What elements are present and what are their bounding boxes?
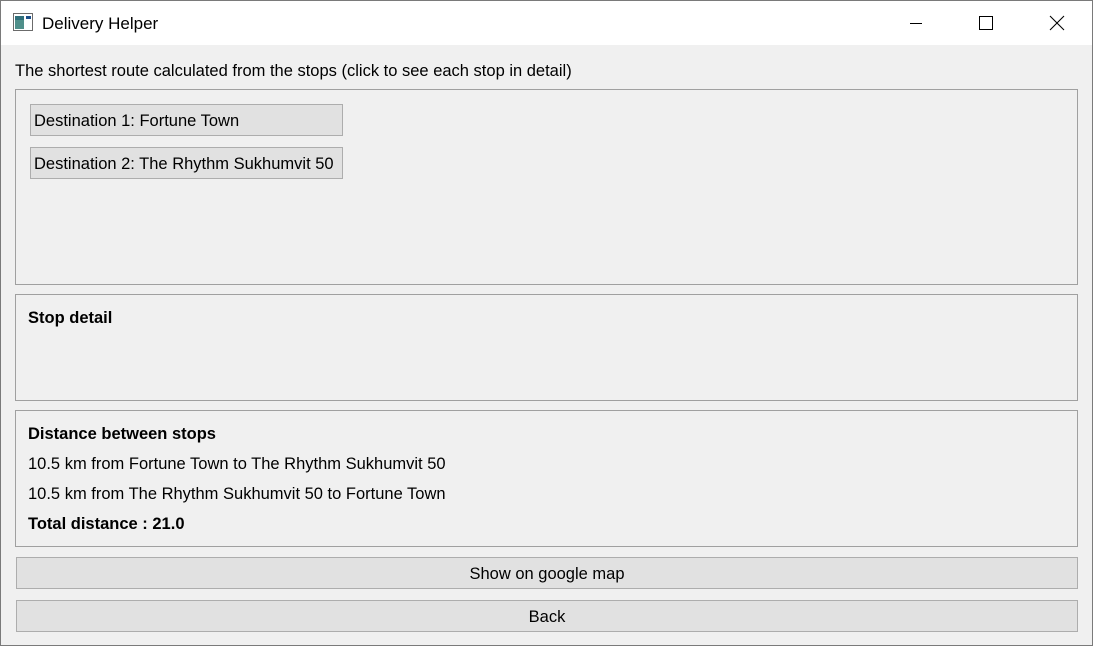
stop-detail-heading: Stop detail	[28, 309, 113, 327]
show-google-map-button[interactable]: Show on google map	[16, 557, 1078, 589]
title-bar[interactable]: Delivery Helper	[1, 1, 1092, 45]
destination-1-button[interactable]: Destination 1: Fortune Town	[30, 104, 343, 136]
stop-detail-panel: Stop detail	[15, 294, 1078, 401]
close-icon	[1049, 15, 1065, 31]
window-title: Delivery Helper	[42, 14, 159, 33]
total-distance: Total distance : 21.0	[28, 515, 185, 533]
close-button[interactable]	[1034, 1, 1080, 45]
maximize-button[interactable]	[963, 1, 1009, 45]
maximize-icon	[979, 16, 993, 30]
distance-heading: Distance between stops	[28, 425, 216, 443]
distance-panel: Distance between stops 10.5 km from Fort…	[15, 410, 1078, 547]
minimize-button[interactable]	[893, 1, 939, 45]
main-content: The shortest route calculated from the s…	[1, 45, 1092, 645]
minimize-icon	[910, 23, 922, 24]
back-button[interactable]: Back	[16, 600, 1078, 632]
app-window: Delivery Helper The shortest route calcu…	[0, 0, 1093, 646]
app-icon	[13, 13, 33, 31]
distance-line: 10.5 km from Fortune Town to The Rhythm …	[28, 455, 446, 473]
route-stops-panel: Destination 1: Fortune Town Destination …	[15, 89, 1078, 285]
destination-2-button[interactable]: Destination 2: The Rhythm Sukhumvit 50	[30, 147, 343, 179]
distance-line: 10.5 km from The Rhythm Sukhumvit 50 to …	[28, 485, 446, 503]
route-description: The shortest route calculated from the s…	[15, 62, 572, 80]
